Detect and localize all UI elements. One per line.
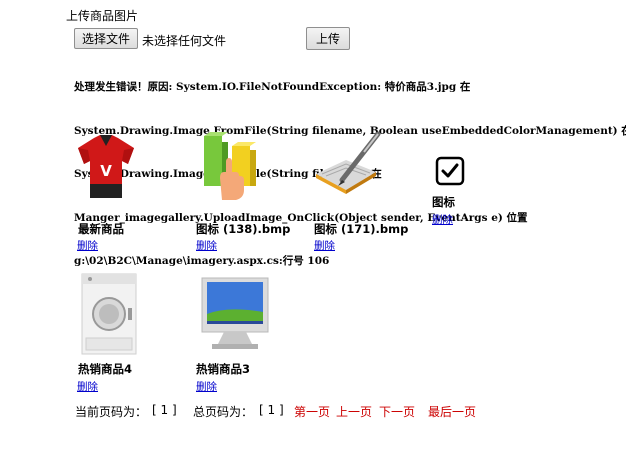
choose-file-button[interactable]: 选择文件 <box>74 28 138 49</box>
prev-page-link[interactable]: 上一页 <box>336 403 372 420</box>
delete-link[interactable]: 删除 <box>196 379 217 394</box>
page-title: 上传商品图片 <box>66 9 139 23</box>
delete-link[interactable]: 删除 <box>314 238 335 253</box>
delete-link[interactable]: 删除 <box>432 212 453 227</box>
error-line: 处理发生错误！原因: System.IO.FileNotFoundExcepti… <box>74 81 471 93</box>
monitor-icon[interactable] <box>198 276 274 352</box>
total-pages-label: 总页码为： <box>193 405 254 419</box>
gallery-item <box>435 156 465 190</box>
gallery-item <box>312 130 384 204</box>
gallery-item-name: 图标 <box>432 195 455 209</box>
no-file-chosen-text: 未选择任何文件 <box>142 34 227 48</box>
delete-link[interactable]: 删除 <box>77 238 98 253</box>
total-pages-value: [ 1 ] <box>259 403 284 417</box>
gallery-item-name: 热销商品4 <box>78 362 133 376</box>
current-page-label: 当前页码为： <box>75 405 148 419</box>
gallery-item <box>80 272 138 360</box>
gallery-item <box>198 276 274 356</box>
gallery-item-name: 图标 (138).bmp <box>196 222 291 236</box>
error-line: g:\02\B2C\Manage\imagery.aspx.cs:行号 106 <box>74 255 330 267</box>
svg-text:V: V <box>100 162 112 180</box>
next-page-link[interactable]: 下一页 <box>379 403 415 420</box>
current-page-value: [ 1 ] <box>152 403 177 417</box>
delete-link[interactable]: 删除 <box>77 379 98 394</box>
gallery-item: V <box>76 134 136 204</box>
gallery-item-name: 最新商品 <box>78 222 124 236</box>
washing-machine-icon[interactable] <box>80 272 138 356</box>
upload-button[interactable]: 上传 <box>306 27 350 50</box>
book-pen-icon[interactable] <box>312 130 384 200</box>
last-page-link[interactable]: 最后一页 <box>428 403 476 420</box>
blocks-hand-icon[interactable] <box>196 130 262 202</box>
checkbox-icon[interactable] <box>435 156 465 186</box>
red-polo-shirt-icon[interactable]: V <box>76 134 136 200</box>
gallery-item <box>196 130 262 206</box>
gallery-item-name: 热销商品3 <box>196 362 251 376</box>
first-page-link[interactable]: 第一页 <box>294 403 330 420</box>
delete-link[interactable]: 删除 <box>196 238 217 253</box>
gallery-item-name: 图标 (171).bmp <box>314 222 409 236</box>
